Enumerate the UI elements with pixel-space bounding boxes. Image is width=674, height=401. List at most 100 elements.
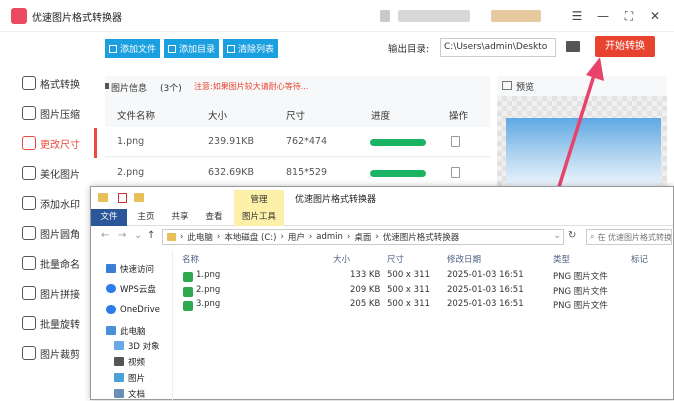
clear-list-button[interactable]: 清除列表 bbox=[223, 39, 279, 58]
file-type: PNG 图片文件 bbox=[553, 287, 608, 297]
delete-icon[interactable] bbox=[451, 136, 460, 147]
user-name-blurred bbox=[398, 10, 470, 22]
document-icon bbox=[114, 389, 124, 398]
breadcrumb-local-disk[interactable]: 本地磁盘 (C:) bbox=[224, 231, 276, 243]
stitch-icon bbox=[22, 286, 36, 300]
sidebar-item-rounded-corner[interactable]: 图片圆角 bbox=[0, 218, 97, 248]
sidebar-item-rename[interactable]: 批量命名 bbox=[0, 248, 97, 278]
tree-item-wps-cloud[interactable]: WPS云盘 bbox=[106, 281, 156, 296]
beautify-icon bbox=[22, 166, 36, 180]
sidebar: 格式转换 图片压缩 更改尺寸 美化图片 添加水印 图片圆角 批量命名 图片拼接 … bbox=[0, 64, 97, 400]
sidebar-item-resize[interactable]: 更改尺寸 bbox=[0, 128, 97, 158]
breadcrumb-users[interactable]: 用户 bbox=[288, 231, 305, 243]
address-bar[interactable]: › 此电脑 › 本地磁盘 (C:) › 用户 › admin › 桌面 › 优速图片格式转… bbox=[162, 229, 564, 245]
file-name: 2.png bbox=[196, 285, 221, 295]
new-folder-icon[interactable] bbox=[134, 193, 144, 202]
cell-dimensions: 762*474 bbox=[286, 136, 328, 147]
file-size: 205 KB bbox=[350, 299, 381, 309]
file-row[interactable]: 3.png 205 KB 500 x 311 2025-01-03 16:51 … bbox=[180, 299, 670, 314]
breadcrumb-current-folder[interactable]: 优速图片格式转换器 bbox=[383, 231, 460, 243]
file-row[interactable]: 1.png 133 KB 500 x 311 2025-01-03 16:51 … bbox=[180, 270, 670, 285]
image-info-icon bbox=[105, 83, 109, 89]
ribbon-tab-home[interactable]: 主页 bbox=[132, 209, 160, 226]
manage-tab[interactable]: 管理 bbox=[234, 190, 284, 210]
cell-filename: 1.png bbox=[117, 136, 145, 147]
col-modified[interactable]: 修改日期 bbox=[447, 253, 481, 265]
table-row[interactable]: 1.png 239.91KB 762*474 bbox=[105, 127, 490, 157]
progress-bar bbox=[370, 170, 426, 177]
rename-icon bbox=[22, 256, 36, 270]
app-logo-icon bbox=[11, 8, 27, 24]
search-input[interactable]: ⌕ 在 优速图片格式转换器 bbox=[586, 229, 672, 245]
refresh-icon[interactable]: ↻ bbox=[568, 230, 576, 241]
history-chevron-icon[interactable]: ⌄ bbox=[134, 230, 142, 241]
picture-icon bbox=[114, 373, 124, 382]
sidebar-item-compress[interactable]: 图片压缩 bbox=[0, 98, 97, 128]
col-tags[interactable]: 标记 bbox=[631, 253, 648, 265]
preview-icon bbox=[502, 81, 512, 90]
close-icon[interactable]: ✕ bbox=[646, 7, 664, 25]
file-size: 133 KB bbox=[350, 270, 381, 280]
ribbon-tab-share[interactable]: 共享 bbox=[166, 209, 194, 226]
col-dimensions[interactable]: 尺寸 bbox=[387, 253, 404, 265]
menu-icon[interactable]: ☰ bbox=[568, 7, 586, 25]
sidebar-item-beautify[interactable]: 美化图片 bbox=[0, 158, 97, 188]
tree-item-quick-access[interactable]: 快速访问 bbox=[106, 261, 154, 276]
tree-item-3d-objects[interactable]: 3D 对象 bbox=[114, 338, 160, 353]
preview-label: 预览 bbox=[516, 83, 535, 93]
tree-item-onedrive[interactable]: OneDrive bbox=[106, 302, 160, 317]
add-file-icon bbox=[109, 44, 117, 53]
output-dir-field[interactable]: C:\Users\admin\Deskto bbox=[440, 38, 556, 57]
app-title: 优速图片格式转换器 bbox=[32, 13, 122, 24]
col-name[interactable]: 名称 bbox=[182, 253, 199, 265]
col-type[interactable]: 类型 bbox=[553, 253, 570, 265]
delete-icon[interactable] bbox=[451, 167, 460, 178]
back-icon[interactable]: ← bbox=[101, 230, 109, 241]
image-file-icon bbox=[183, 301, 193, 311]
cell-size: 632.69KB bbox=[208, 167, 254, 178]
sidebar-item-stitch[interactable]: 图片拼接 bbox=[0, 278, 97, 308]
folder-icon[interactable] bbox=[566, 41, 580, 52]
properties-icon[interactable] bbox=[118, 193, 127, 203]
sidebar-item-format-convert[interactable]: 格式转换 bbox=[0, 68, 97, 98]
computer-icon bbox=[106, 326, 116, 335]
breadcrumb-admin[interactable]: admin bbox=[316, 232, 343, 242]
col-size: 大小 bbox=[208, 111, 228, 122]
add-folder-button[interactable]: 添加目录 bbox=[164, 39, 220, 58]
file-modified: 2025-01-03 16:51 bbox=[447, 270, 524, 280]
cell-size: 239.91KB bbox=[208, 136, 254, 147]
address-dropdown-icon[interactable]: ⌄ bbox=[553, 230, 561, 241]
maximize-icon[interactable]: ⛶ bbox=[620, 7, 638, 25]
sidebar-item-rotate[interactable]: 批量旋转 bbox=[0, 308, 97, 338]
up-icon[interactable]: ↑ bbox=[147, 230, 155, 241]
user-badge-blurred bbox=[491, 10, 541, 22]
ribbon-tab-file[interactable]: 文件 bbox=[91, 209, 127, 226]
video-icon bbox=[114, 357, 124, 366]
nav-pane-divider[interactable] bbox=[172, 250, 173, 400]
breadcrumb-this-pc[interactable]: 此电脑 bbox=[187, 231, 213, 243]
sidebar-item-crop[interactable]: 图片裁剪 bbox=[0, 338, 97, 368]
tree-item-documents[interactable]: 文档 bbox=[114, 386, 145, 401]
ribbon-tab-picture-tools[interactable]: 图片工具 bbox=[234, 209, 284, 226]
file-row[interactable]: 2.png 209 KB 500 x 311 2025-01-03 16:51 … bbox=[180, 285, 670, 300]
col-filename: 文件名称 bbox=[117, 111, 156, 122]
user-avatar[interactable] bbox=[380, 10, 390, 22]
cell-filename: 2.png bbox=[117, 167, 145, 178]
table-row[interactable]: 2.png 632.69KB 815*529 bbox=[105, 158, 490, 188]
col-size[interactable]: 大小 bbox=[333, 253, 350, 265]
start-convert-button[interactable]: 开始转换 bbox=[595, 36, 655, 57]
tree-item-this-pc[interactable]: 此电脑 bbox=[106, 323, 146, 338]
ribbon-tab-view[interactable]: 查看 bbox=[200, 209, 228, 226]
crop-icon bbox=[22, 346, 36, 360]
minimize-icon[interactable]: — bbox=[594, 7, 612, 25]
image-file-icon bbox=[183, 272, 193, 282]
star-icon bbox=[106, 264, 116, 273]
tree-item-pictures[interactable]: 图片 bbox=[114, 370, 145, 385]
breadcrumb-desktop[interactable]: 桌面 bbox=[354, 231, 371, 243]
forward-icon[interactable]: → bbox=[118, 230, 126, 241]
explorer-titlebar bbox=[91, 187, 673, 209]
sidebar-item-watermark[interactable]: 添加水印 bbox=[0, 188, 97, 218]
tree-item-videos[interactable]: 视频 bbox=[114, 354, 145, 369]
file-type: PNG 图片文件 bbox=[553, 301, 608, 311]
add-file-button[interactable]: 添加文件 bbox=[105, 39, 161, 58]
